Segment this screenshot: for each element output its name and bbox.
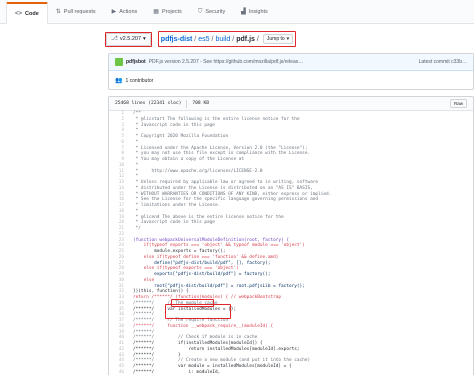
code-line: 46 /******/ i: moduleId, — [109, 370, 473, 375]
code-view: 1/** 2 * @licstart The following is the e… — [109, 111, 473, 375]
file-viewer: 25468 lines (22341 sloc) 708 KB Raw 1/**… — [108, 96, 474, 375]
tab-insights[interactable]: ▟ Insights — [233, 1, 276, 23]
avatar[interactable] — [115, 58, 123, 66]
contributors-row: 👥 1 contributor — [109, 71, 473, 90]
graph-icon: ▟ — [241, 9, 246, 15]
latest-commit-link[interactable]: Latest commit c33b… — [419, 59, 467, 65]
play-icon: ▶ — [111, 9, 117, 15]
tab-security[interactable]: ⛉ Security — [190, 1, 233, 23]
file-header: 25468 lines (22341 sloc) 708 KB Raw — [109, 97, 473, 111]
people-icon: 👥 — [115, 77, 123, 84]
repo-nav: <> Code ⇅ Pull requests ▶ Actions ▦ Projects ⛉ Se… — [0, 0, 474, 24]
pull-request-icon: ⇅ — [55, 9, 61, 15]
breadcrumb: ⎇ v2.5.207 ▾ pdfjs-dist / es5 / build / … — [105, 31, 474, 47]
file-line-count: 25468 lines (22341 sloc) — [115, 101, 182, 106]
code-icon: <> — [15, 10, 23, 17]
tab-label: Code — [25, 10, 39, 17]
tab-actions[interactable]: ▶ Actions — [104, 1, 146, 23]
branch-highlight-box — [105, 31, 152, 47]
project-icon: ▦ — [153, 9, 159, 15]
tab-projects[interactable]: ▦ Projects — [145, 1, 190, 23]
tab-pull-requests[interactable]: ⇅ Pull requests — [48, 1, 104, 23]
divider — [186, 99, 188, 108]
file-size: 708 KB — [192, 101, 209, 106]
commit-author[interactable]: pdfjsbot — [126, 59, 146, 65]
commit-message[interactable]: PDF.js version 2.5.207 - See https://git… — [149, 59, 304, 65]
commit-summary: pdfjsbot PDF.js version 2.5.207 - See ht… — [109, 54, 473, 71]
file-path: pdfjs-dist / es5 / build / pdf.js / Jump… — [157, 31, 297, 47]
tab-code[interactable]: <> Code — [6, 2, 48, 24]
shield-icon: ⛉ — [197, 9, 203, 15]
raw-button[interactable]: Raw — [449, 99, 467, 108]
line-number[interactable]: 46 — [109, 370, 127, 375]
installed-modules-highlight-box — [165, 304, 231, 319]
contributors-count[interactable]: 1 contributor — [125, 78, 153, 84]
tab-label: Pull requests — [63, 9, 96, 15]
tab-label: Security — [205, 9, 226, 15]
code-text: /******/ i: moduleId, — [133, 369, 221, 375]
branch-select-button[interactable]: ⎇ v2.5.207 ▾ — [105, 31, 152, 47]
tab-label: Actions — [119, 9, 138, 15]
path-highlight-box — [157, 31, 297, 47]
tab-label: Insights — [248, 9, 268, 15]
tab-label: Projects — [161, 9, 182, 15]
latest-commit-box: pdfjsbot PDF.js version 2.5.207 - See ht… — [108, 53, 474, 90]
